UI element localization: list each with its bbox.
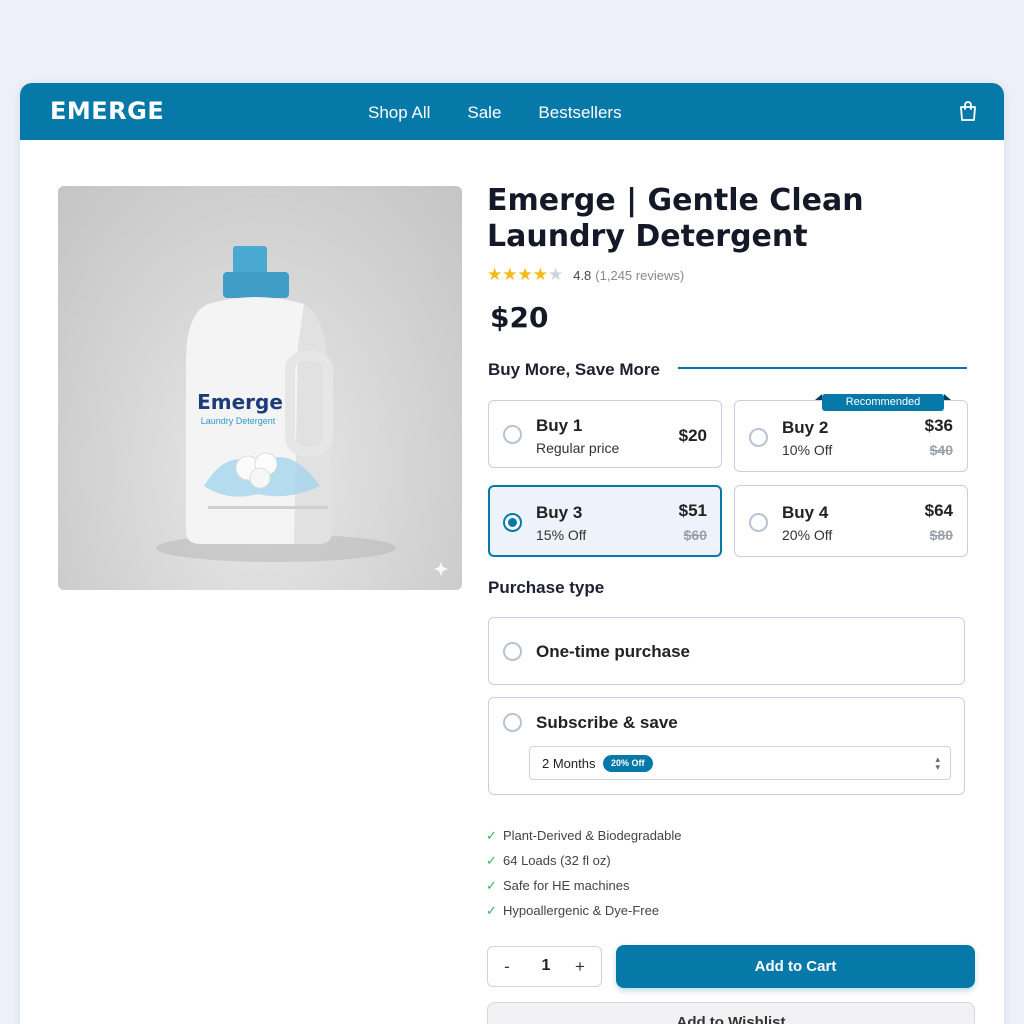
bundle-price: $51	[678, 501, 707, 520]
review-count[interactable]: (1,245 reviews)	[595, 268, 684, 283]
nav-sale[interactable]: Sale	[467, 103, 501, 123]
subscribe-label: Subscribe & save	[536, 713, 678, 732]
feature-text: Safe for HE machines	[503, 878, 630, 893]
detergent-bottle-illustration: Emerge Laundry Detergent	[156, 246, 396, 562]
bundle-old-price: $80	[929, 527, 953, 543]
frequency-value: 2 Months	[542, 756, 596, 771]
rating-value: 4.8	[573, 267, 592, 283]
add-to-wishlist-button[interactable]: Add to Wishlist	[487, 1002, 975, 1024]
feature-text: Plant-Derived & Biodegradable	[503, 828, 682, 843]
bundle-price: $36	[924, 416, 953, 435]
bundle-old-price: $40	[929, 442, 953, 458]
check-icon: ✓	[486, 902, 497, 918]
chevron-up-down-icon: ▴ ▾	[935, 754, 940, 772]
heading-divider	[678, 367, 967, 369]
bundle-heading: Buy More, Save More	[488, 360, 660, 379]
bundle-option-buy-3[interactable]: Buy 3 15% Off $51 $60	[488, 485, 722, 557]
rating-row: ★★★★★ 4.8 (1,245 reviews)	[487, 265, 684, 285]
bottle-sub-text: Laundry Detergent	[201, 416, 276, 426]
bundle-title: Buy 2	[782, 418, 829, 437]
bundle-option-buy-1[interactable]: Buy 1 Regular price $20	[488, 400, 722, 468]
one-time-purchase-option[interactable]: One-time purchase	[488, 617, 965, 685]
check-icon: ✓	[486, 852, 497, 868]
bundle-subtitle: 15% Off	[536, 527, 587, 543]
store-window: EMERGE Shop All Sale Bestsellers Emerge …	[20, 83, 1004, 1024]
radio-one-time[interactable]	[503, 642, 522, 661]
subscribe-save-option[interactable]: Subscribe & save 2 Months 20% Off ▴ ▾	[488, 697, 965, 795]
product-title: Emerge | Gentle Clean Laundry Detergent	[487, 183, 864, 254]
feature-item: ✓ Plant-Derived & Biodegradable	[486, 823, 682, 848]
feature-item: ✓ Safe for HE machines	[486, 873, 682, 898]
decrease-quantity-button[interactable]: -	[497, 957, 517, 977]
product-price: $20	[490, 301, 549, 334]
bundle-price: $64	[924, 501, 953, 520]
bundle-subtitle: 20% Off	[782, 527, 833, 543]
bundle-title: Buy 3	[536, 503, 583, 522]
bottle-brand-text: Emerge	[197, 390, 283, 414]
shopping-bag-icon[interactable]	[958, 100, 978, 122]
nav-links: Shop All Sale Bestsellers	[368, 103, 622, 123]
check-icon: ✓	[486, 877, 497, 893]
bundle-subtitle: Regular price	[536, 440, 620, 456]
purchase-type-heading: Purchase type	[488, 578, 605, 597]
nav-bestsellers[interactable]: Bestsellers	[538, 103, 621, 123]
radio-buy-4[interactable]	[749, 513, 768, 532]
bundle-subtitle: 10% Off	[782, 442, 833, 458]
feature-list: ✓ Plant-Derived & Biodegradable ✓ 64 Loads…	[486, 823, 682, 923]
product-image: Emerge Laundry Detergent	[58, 186, 462, 590]
radio-buy-1[interactable]	[503, 425, 522, 444]
one-time-label: One-time purchase	[536, 642, 690, 661]
check-icon: ✓	[486, 827, 497, 843]
bundle-option-buy-4[interactable]: Buy 4 20% Off $64 $80	[734, 485, 968, 557]
frequency-select[interactable]: 2 Months 20% Off ▴ ▾	[529, 746, 951, 780]
quantity-stepper: - 1 +	[487, 946, 602, 987]
star-rating-icon: ★★★★★	[487, 265, 564, 284]
radio-buy-3[interactable]	[503, 513, 522, 532]
brand-logo[interactable]: EMERGE	[50, 97, 164, 125]
recommended-badge: Recommended	[815, 394, 951, 411]
bundle-title: Buy 4	[782, 503, 829, 522]
bundle-title: Buy 1	[536, 416, 583, 435]
top-navbar: EMERGE Shop All Sale Bestsellers	[20, 83, 1004, 140]
sparkle-icon	[434, 562, 448, 576]
add-to-cart-button[interactable]: Add to Cart	[616, 945, 975, 988]
radio-subscribe[interactable]	[503, 713, 522, 732]
bundle-old-price: $60	[683, 527, 707, 543]
feature-text: Hypoallergenic & Dye-Free	[503, 903, 660, 918]
increase-quantity-button[interactable]: +	[570, 957, 590, 977]
feature-item: ✓ 64 Loads (32 fl oz)	[486, 848, 682, 873]
discount-badge: 20% Off	[603, 755, 653, 772]
nav-shop-all[interactable]: Shop All	[368, 103, 430, 123]
feature-item: ✓ Hypoallergenic & Dye-Free	[486, 898, 682, 923]
bundle-price: $20	[678, 426, 707, 445]
quantity-value[interactable]: 1	[536, 957, 556, 975]
radio-buy-2[interactable]	[749, 428, 768, 447]
feature-text: 64 Loads (32 fl oz)	[503, 853, 611, 868]
